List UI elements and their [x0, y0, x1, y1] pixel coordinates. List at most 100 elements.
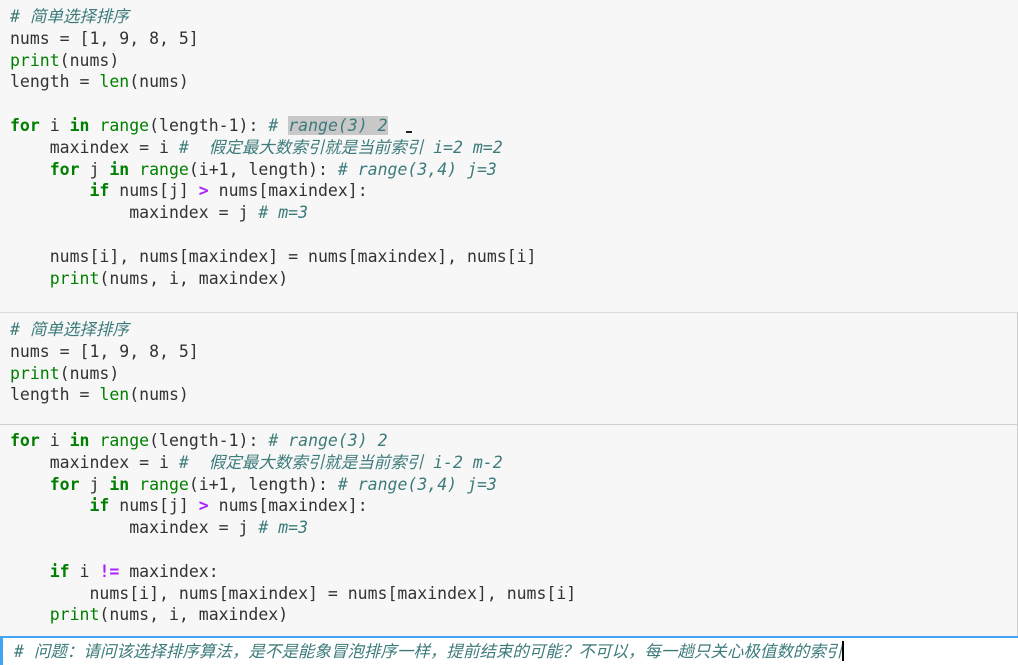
- comment: # range(3,4) j=3: [337, 159, 497, 179]
- code-text: (nums): [59, 363, 120, 383]
- code-text: nums[maxindex]:: [208, 496, 368, 516]
- code-line: for i in range(length-1): # range(3) 2: [10, 430, 388, 452]
- code-text: j: [79, 159, 110, 179]
- keyword: in: [109, 159, 130, 179]
- code-text: nums[j]: [109, 496, 199, 516]
- keyword: for: [49, 159, 80, 179]
- code-text: nums[i], nums[maxindex] = nums[maxindex]…: [10, 583, 577, 603]
- keyword: in: [69, 431, 90, 450]
- comment: # 问题：请问该选择排序算法，是不是能象冒泡排序一样，提前结束的可能？不可以，每…: [14, 642, 843, 661]
- comment: # m=3: [258, 518, 309, 538]
- builtin-function: range: [139, 474, 189, 494]
- code-line: for j in range(i+1, length): # range(3,4…: [10, 474, 497, 496]
- code-line: maxindex = i # 假定最大数索引就是当前索引 i-2 m-2: [10, 452, 503, 474]
- code-text: maxindex:: [119, 561, 219, 581]
- code-cell-1[interactable]: # 简单选择排序 nums = [1, 9, 8, 5] print(nums) le…: [0, 0, 1018, 312]
- active-cell-indicator: [0, 638, 3, 665]
- code-text: maxindex = i: [10, 137, 179, 157]
- keyword: in: [69, 116, 90, 135]
- code-cell-2[interactable]: # 简单选择排序 nums = [1, 9, 8, 5] print(nums) le…: [0, 312, 1018, 424]
- builtin-function: range: [139, 159, 189, 179]
- code-line: # 简单选择排序: [10, 6, 129, 28]
- builtin-function: print: [49, 605, 100, 625]
- comment: # range(3,4) j=3: [337, 474, 497, 494]
- code-line: length = len(nums): [10, 384, 189, 406]
- code-line: print(nums, i, maxindex): [10, 604, 288, 626]
- code-line: nums = [1, 9, 8, 5]: [10, 28, 199, 50]
- operator: !=: [99, 561, 120, 581]
- builtin-function: range: [99, 431, 150, 450]
- keyword: if: [89, 496, 110, 516]
- code-line: if nums[j] > nums[maxindex]:: [10, 495, 368, 517]
- comment: # range(3) 2: [268, 431, 388, 450]
- code-text: (i+1, length):: [188, 474, 338, 494]
- keyword: for: [10, 116, 40, 135]
- code-line: maxindex = j # m=3: [10, 202, 308, 224]
- comment: #: [268, 116, 289, 135]
- code-line: maxindex = j # m=3: [10, 517, 308, 539]
- code-text: nums = [1, 9, 8, 5]: [10, 341, 199, 361]
- code-line: maxindex = i # 假定最大数索引就是当前索引 i=2 m=2: [10, 137, 503, 159]
- code-cell-2-loop[interactable]: for i in range(length-1): # range(3) 2 m…: [0, 424, 1018, 636]
- code-line: print(nums): [10, 50, 119, 72]
- builtin-function: print: [10, 50, 60, 70]
- code-text: length =: [10, 385, 100, 405]
- keyword: if: [49, 561, 70, 581]
- code-line: for j in range(i+1, length): # range(3,4…: [10, 159, 497, 181]
- code-text: (length-1):: [149, 431, 269, 450]
- builtin-function: len: [99, 72, 130, 92]
- code-text: nums = [1, 9, 8, 5]: [10, 28, 199, 48]
- highlighted-comment: range(3) 2: [288, 116, 388, 135]
- code-line: nums = [1, 9, 8, 5]: [10, 341, 199, 363]
- code-text: length =: [10, 72, 100, 92]
- comment: # 假定最大数索引就是当前索引 i-2 m-2: [178, 452, 503, 472]
- operator: >: [198, 496, 209, 516]
- code-text: (i+1, length):: [188, 159, 338, 179]
- text-cursor: [842, 641, 845, 661]
- builtin-function: range: [99, 116, 150, 135]
- comment: # 简单选择排序: [10, 7, 129, 26]
- code-text: i: [39, 116, 70, 135]
- code-text: maxindex = i: [10, 452, 179, 472]
- builtin-function: print: [10, 363, 60, 383]
- code-text: (nums, i, maxindex): [99, 605, 289, 625]
- keyword: for: [49, 474, 80, 494]
- markdown-cell-editing[interactable]: # 问题：请问该选择排序算法，是不是能象冒泡排序一样，提前结束的可能？不可以，每…: [0, 636, 1018, 665]
- comment: # m=3: [258, 203, 309, 223]
- code-text: nums[j]: [109, 181, 199, 201]
- code-line: nums[i], nums[maxindex] = nums[maxindex]…: [10, 246, 537, 268]
- keyword: if: [89, 181, 110, 201]
- code-line: print(nums): [10, 363, 119, 385]
- comment: # 假定最大数索引就是当前索引 i=2 m=2: [178, 137, 503, 157]
- code-text: i: [39, 431, 70, 450]
- code-line: if nums[j] > nums[maxindex]:: [10, 180, 367, 202]
- code-text: (nums): [129, 72, 189, 92]
- mouse-cursor: [405, 131, 412, 133]
- code-text: nums[i], nums[maxindex] = nums[maxindex]…: [10, 246, 537, 266]
- code-text: (length-1):: [149, 116, 269, 135]
- code-line: for i in range(length-1): # range(3) 2: [10, 115, 412, 137]
- code-line: print(nums, i, maxindex): [10, 268, 288, 290]
- code-text: (nums): [129, 385, 189, 405]
- builtin-function: print: [49, 268, 100, 288]
- operator: >: [198, 181, 209, 201]
- code-text: (nums, i, maxindex): [99, 268, 289, 288]
- code-text: i: [69, 561, 100, 581]
- code-text: (nums): [59, 50, 120, 70]
- code-text: maxindex = j: [10, 203, 259, 223]
- keyword: for: [10, 431, 40, 450]
- comment: # 简单选择排序: [10, 320, 129, 339]
- code-line: length = len(nums): [10, 71, 189, 93]
- code-line: if i != maxindex:: [10, 561, 219, 583]
- code-text: j: [79, 474, 110, 494]
